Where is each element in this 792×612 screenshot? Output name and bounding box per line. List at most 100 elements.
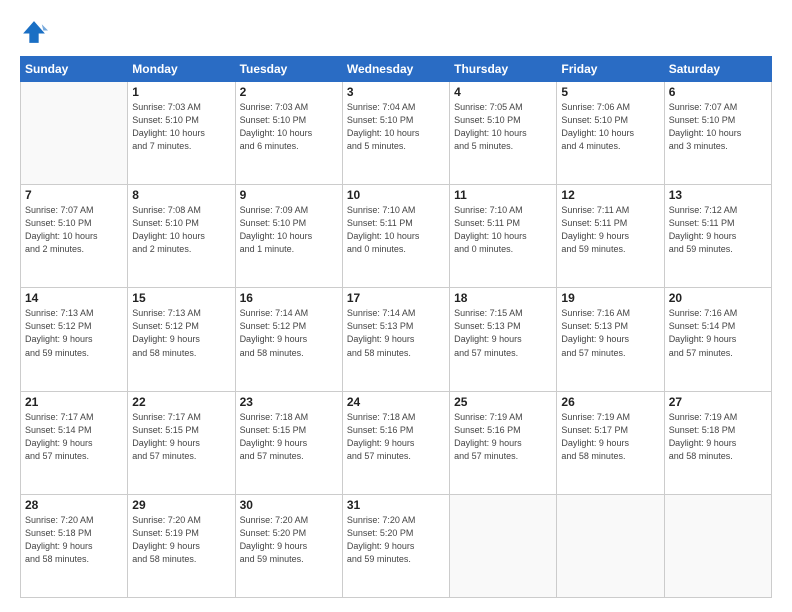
calendar-cell: 2 Sunrise: 7:03 AM Sunset: 5:10 PM Daylig…	[235, 82, 342, 185]
day-number: 11	[454, 188, 552, 202]
day-number: 3	[347, 85, 445, 99]
day-info: Sunrise: 7:07 AM Sunset: 5:10 PM Dayligh…	[25, 204, 123, 256]
day-info: Sunrise: 7:13 AM Sunset: 5:12 PM Dayligh…	[25, 307, 123, 359]
calendar-cell: 18 Sunrise: 7:15 AM Sunset: 5:13 PM Dayli…	[450, 288, 557, 391]
day-info: Sunrise: 7:09 AM Sunset: 5:10 PM Dayligh…	[240, 204, 338, 256]
day-number: 25	[454, 395, 552, 409]
day-info: Sunrise: 7:17 AM Sunset: 5:15 PM Dayligh…	[132, 411, 230, 463]
day-number: 16	[240, 291, 338, 305]
day-info: Sunrise: 7:16 AM Sunset: 5:13 PM Dayligh…	[561, 307, 659, 359]
day-info: Sunrise: 7:03 AM Sunset: 5:10 PM Dayligh…	[240, 101, 338, 153]
calendar-cell: 20Sunrise: 7:16 AM Sunset: 5:14 PM Dayli…	[664, 288, 771, 391]
day-info: Sunrise: 7:03 AM Sunset: 5:10 PM Dayligh…	[132, 101, 230, 153]
day-info: Sunrise: 7:10 AM Sunset: 5:11 PM Dayligh…	[347, 204, 445, 256]
calendar-header-monday: Monday	[128, 57, 235, 82]
day-number: 23	[240, 395, 338, 409]
day-info: Sunrise: 7:16 AM Sunset: 5:14 PM Dayligh…	[669, 307, 767, 359]
day-info: Sunrise: 7:19 AM Sunset: 5:17 PM Dayligh…	[561, 411, 659, 463]
calendar-table: SundayMondayTuesdayWednesdayThursdayFrid…	[20, 56, 772, 598]
day-number: 21	[25, 395, 123, 409]
day-number: 15	[132, 291, 230, 305]
calendar-header-row: SundayMondayTuesdayWednesdayThursdayFrid…	[21, 57, 772, 82]
calendar-header-friday: Friday	[557, 57, 664, 82]
calendar-header-wednesday: Wednesday	[342, 57, 449, 82]
day-info: Sunrise: 7:19 AM Sunset: 5:16 PM Dayligh…	[454, 411, 552, 463]
day-info: Sunrise: 7:07 AM Sunset: 5:10 PM Dayligh…	[669, 101, 767, 153]
calendar-cell: 12 Sunrise: 7:11 AM Sunset: 5:11 PM Dayli…	[557, 185, 664, 288]
calendar-cell	[664, 494, 771, 597]
calendar-header-saturday: Saturday	[664, 57, 771, 82]
day-number: 9	[240, 188, 338, 202]
calendar-cell	[450, 494, 557, 597]
day-number: 31	[347, 498, 445, 512]
calendar-cell: 3 Sunrise: 7:04 AM Sunset: 5:10 PM Daylig…	[342, 82, 449, 185]
day-number: 17	[347, 291, 445, 305]
day-number: 13	[669, 188, 767, 202]
day-number: 24	[347, 395, 445, 409]
calendar-week-5: 28 Sunrise: 7:20 AM Sunset: 5:18 PM Dayli…	[21, 494, 772, 597]
day-number: 10	[347, 188, 445, 202]
calendar-cell: 10 Sunrise: 7:10 AM Sunset: 5:11 PM Dayli…	[342, 185, 449, 288]
calendar-cell: 28 Sunrise: 7:20 AM Sunset: 5:18 PM Dayli…	[21, 494, 128, 597]
day-number: 8	[132, 188, 230, 202]
day-number: 26	[561, 395, 659, 409]
day-number: 5	[561, 85, 659, 99]
calendar-cell: 26 Sunrise: 7:19 AM Sunset: 5:17 PM Dayli…	[557, 391, 664, 494]
day-info: Sunrise: 7:18 AM Sunset: 5:16 PM Dayligh…	[347, 411, 445, 463]
calendar-cell	[557, 494, 664, 597]
day-info: Sunrise: 7:14 AM Sunset: 5:12 PM Dayligh…	[240, 307, 338, 359]
calendar-cell: 17 Sunrise: 7:14 AM Sunset: 5:13 PM Dayli…	[342, 288, 449, 391]
logo	[20, 18, 52, 46]
day-number: 28	[25, 498, 123, 512]
calendar-cell	[21, 82, 128, 185]
calendar-page: SundayMondayTuesdayWednesdayThursdayFrid…	[0, 0, 792, 612]
day-number: 2	[240, 85, 338, 99]
day-number: 12	[561, 188, 659, 202]
day-info: Sunrise: 7:06 AM Sunset: 5:10 PM Dayligh…	[561, 101, 659, 153]
calendar-cell: 1Sunrise: 7:03 AM Sunset: 5:10 PM Daylig…	[128, 82, 235, 185]
day-number: 6	[669, 85, 767, 99]
calendar-cell: 4Sunrise: 7:05 AM Sunset: 5:10 PM Daylig…	[450, 82, 557, 185]
calendar-cell: 13 Sunrise: 7:12 AM Sunset: 5:11 PM Dayli…	[664, 185, 771, 288]
day-info: Sunrise: 7:04 AM Sunset: 5:10 PM Dayligh…	[347, 101, 445, 153]
day-number: 7	[25, 188, 123, 202]
calendar-cell: 27 Sunrise: 7:19 AM Sunset: 5:18 PM Dayli…	[664, 391, 771, 494]
day-number: 19	[561, 291, 659, 305]
calendar-cell: 21 Sunrise: 7:17 AM Sunset: 5:14 PM Dayli…	[21, 391, 128, 494]
calendar-cell: 11Sunrise: 7:10 AM Sunset: 5:11 PM Dayli…	[450, 185, 557, 288]
calendar-cell: 30Sunrise: 7:20 AM Sunset: 5:20 PM Dayli…	[235, 494, 342, 597]
calendar-cell: 23 Sunrise: 7:18 AM Sunset: 5:15 PM Dayli…	[235, 391, 342, 494]
calendar-header-sunday: Sunday	[21, 57, 128, 82]
day-info: Sunrise: 7:11 AM Sunset: 5:11 PM Dayligh…	[561, 204, 659, 256]
day-info: Sunrise: 7:20 AM Sunset: 5:18 PM Dayligh…	[25, 514, 123, 566]
calendar-cell: 25 Sunrise: 7:19 AM Sunset: 5:16 PM Dayli…	[450, 391, 557, 494]
day-info: Sunrise: 7:13 AM Sunset: 5:12 PM Dayligh…	[132, 307, 230, 359]
day-info: Sunrise: 7:18 AM Sunset: 5:15 PM Dayligh…	[240, 411, 338, 463]
day-number: 18	[454, 291, 552, 305]
calendar-cell: 31Sunrise: 7:20 AM Sunset: 5:20 PM Dayli…	[342, 494, 449, 597]
day-number: 27	[669, 395, 767, 409]
day-info: Sunrise: 7:17 AM Sunset: 5:14 PM Dayligh…	[25, 411, 123, 463]
calendar-cell: 14Sunrise: 7:13 AM Sunset: 5:12 PM Dayli…	[21, 288, 128, 391]
day-info: Sunrise: 7:12 AM Sunset: 5:11 PM Dayligh…	[669, 204, 767, 256]
header	[20, 18, 772, 46]
day-info: Sunrise: 7:14 AM Sunset: 5:13 PM Dayligh…	[347, 307, 445, 359]
calendar-cell: 29Sunrise: 7:20 AM Sunset: 5:19 PM Dayli…	[128, 494, 235, 597]
day-info: Sunrise: 7:15 AM Sunset: 5:13 PM Dayligh…	[454, 307, 552, 359]
calendar-week-2: 7 Sunrise: 7:07 AM Sunset: 5:10 PM Daylig…	[21, 185, 772, 288]
calendar-cell: 16 Sunrise: 7:14 AM Sunset: 5:12 PM Dayli…	[235, 288, 342, 391]
day-info: Sunrise: 7:19 AM Sunset: 5:18 PM Dayligh…	[669, 411, 767, 463]
calendar-cell: 5 Sunrise: 7:06 AM Sunset: 5:10 PM Daylig…	[557, 82, 664, 185]
calendar-week-4: 21 Sunrise: 7:17 AM Sunset: 5:14 PM Dayli…	[21, 391, 772, 494]
calendar-cell: 24 Sunrise: 7:18 AM Sunset: 5:16 PM Dayli…	[342, 391, 449, 494]
calendar-week-1: 1Sunrise: 7:03 AM Sunset: 5:10 PM Daylig…	[21, 82, 772, 185]
day-number: 29	[132, 498, 230, 512]
calendar-cell: 15 Sunrise: 7:13 AM Sunset: 5:12 PM Dayli…	[128, 288, 235, 391]
day-info: Sunrise: 7:20 AM Sunset: 5:20 PM Dayligh…	[240, 514, 338, 566]
day-number: 4	[454, 85, 552, 99]
calendar-cell: 8Sunrise: 7:08 AM Sunset: 5:10 PM Daylig…	[128, 185, 235, 288]
calendar-cell: 6 Sunrise: 7:07 AM Sunset: 5:10 PM Daylig…	[664, 82, 771, 185]
calendar-header-tuesday: Tuesday	[235, 57, 342, 82]
calendar-cell: 9 Sunrise: 7:09 AM Sunset: 5:10 PM Daylig…	[235, 185, 342, 288]
logo-icon	[20, 18, 48, 46]
